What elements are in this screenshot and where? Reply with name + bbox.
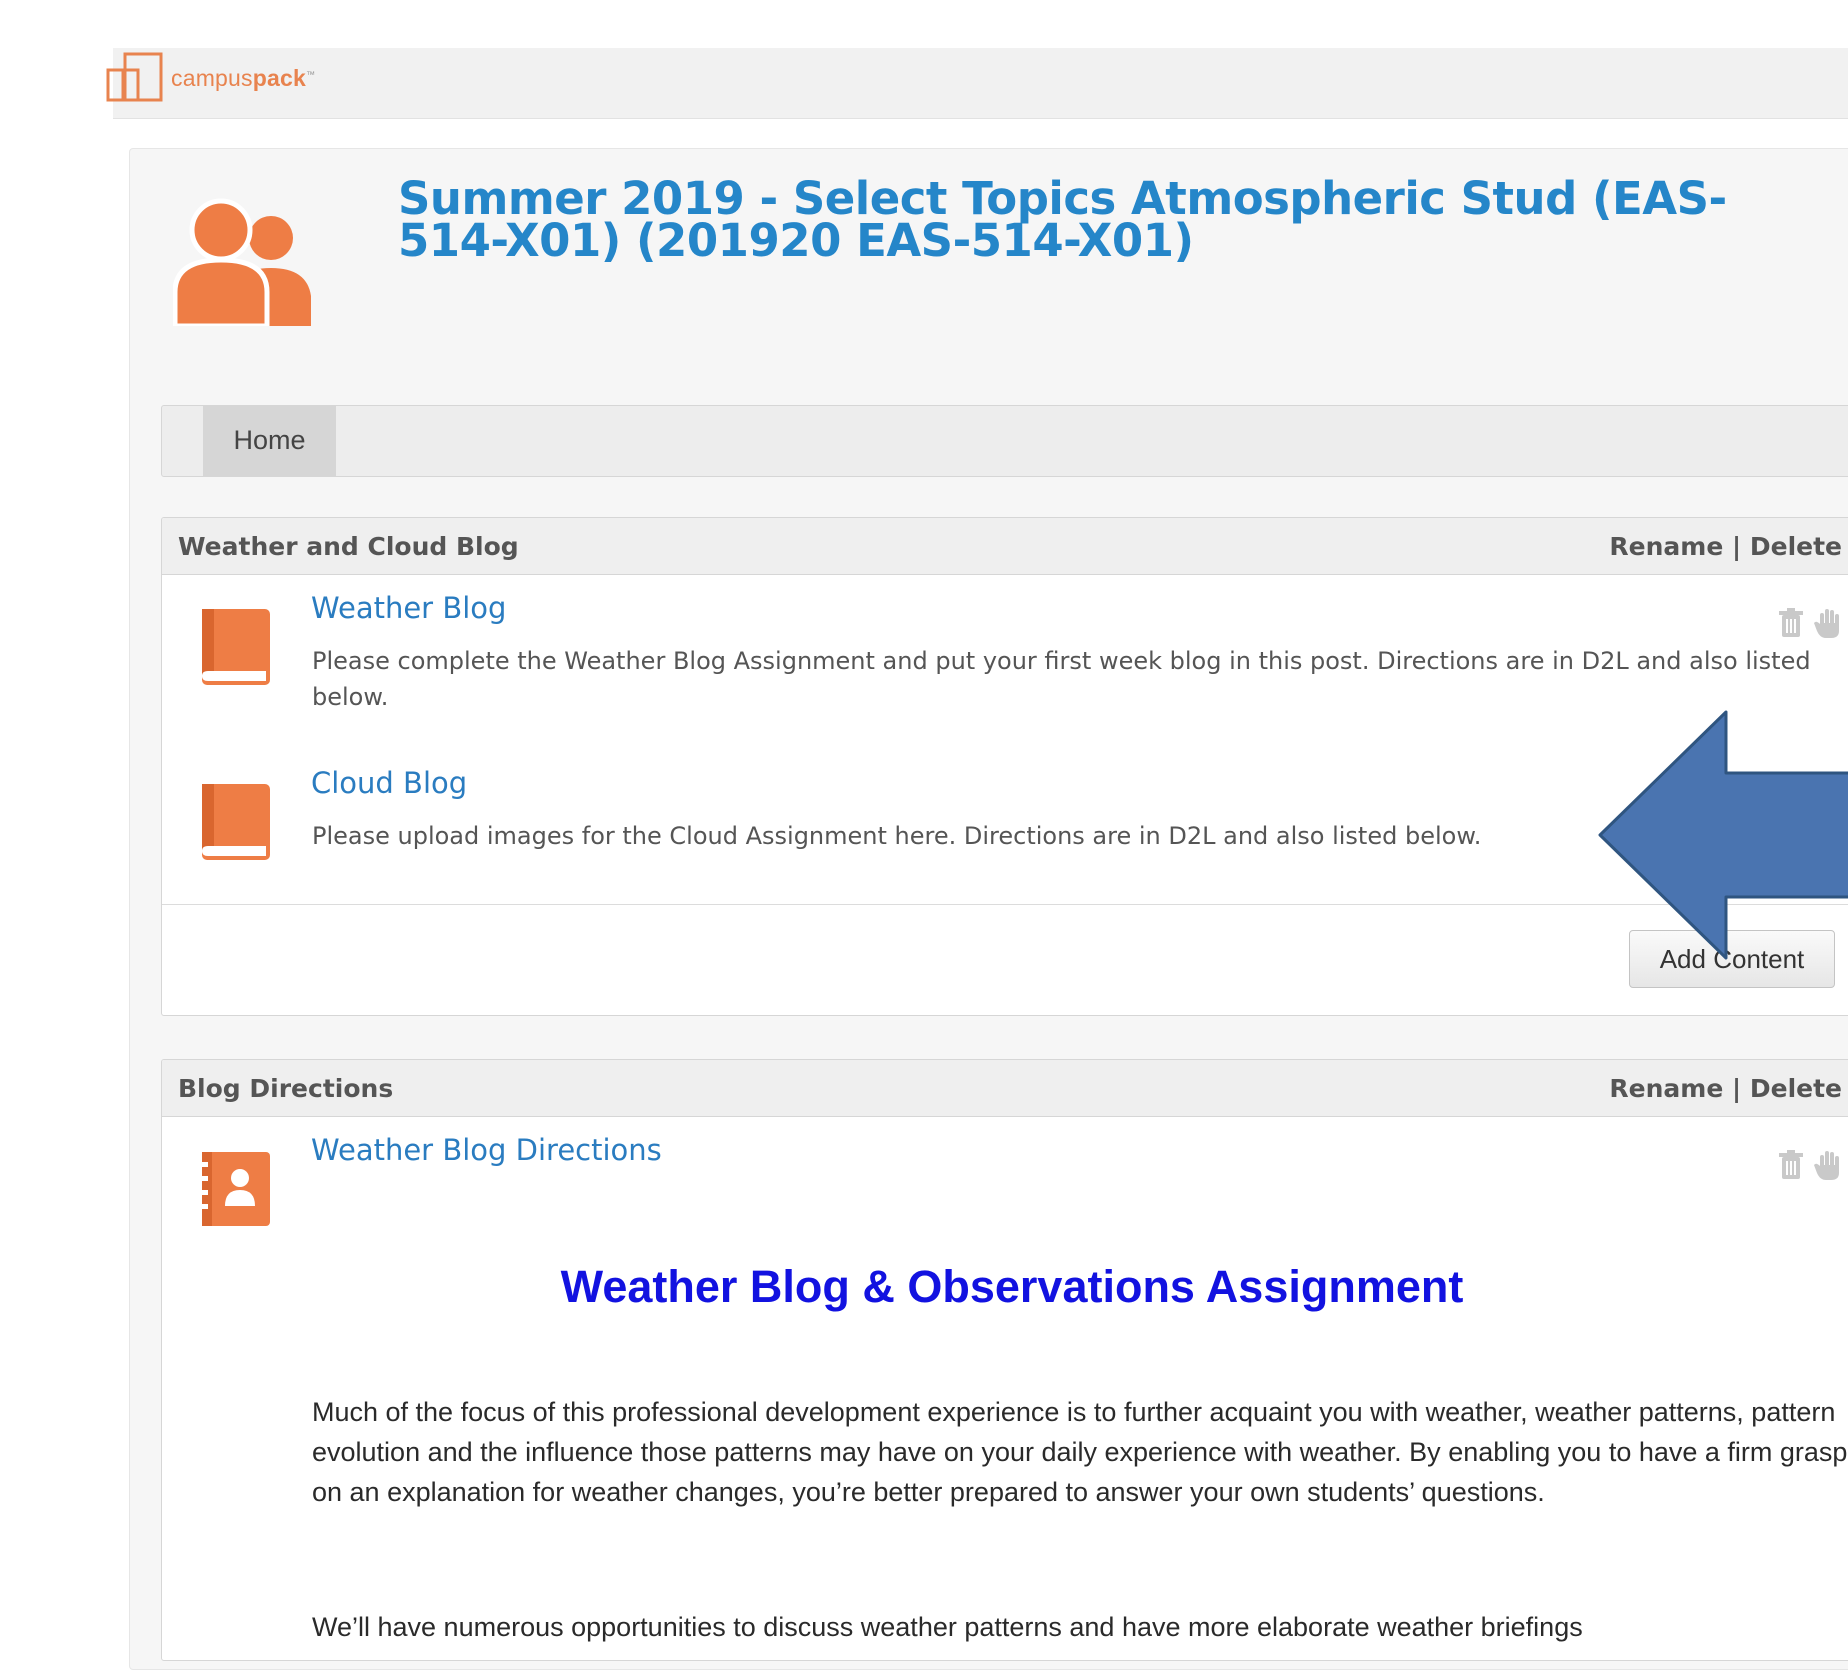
users-group-icon [172, 196, 318, 331]
campuspack-logo[interactable]: campuspack™ [105, 48, 315, 108]
assignment-paragraph: Much of the focus of this professional d… [312, 1397, 1848, 1507]
course-title: Summer 2019 - Select Topics Atmospheric … [398, 172, 1727, 267]
rename-link[interactable]: Rename [1609, 532, 1723, 561]
logo-text: campuspack™ [171, 64, 316, 91]
weather-blog-link[interactable]: Weather Blog [311, 591, 506, 625]
top-bar [113, 48, 1848, 119]
rename-link[interactable]: Rename [1609, 1074, 1723, 1103]
logo-icon [106, 52, 163, 102]
divider [162, 904, 1848, 905]
panel-weather-and-cloud-blog: Weather and Cloud Blog Rename | Delete W… [161, 517, 1848, 1016]
delete-link[interactable]: Delete [1750, 1074, 1842, 1103]
contact-book-icon [200, 1150, 272, 1233]
tab-home[interactable]: Home [203, 405, 336, 476]
separator: | [1732, 1073, 1742, 1103]
book-icon [200, 782, 272, 867]
book-icon [200, 607, 272, 692]
drag-hand-icon[interactable] [1814, 607, 1844, 639]
item-tools [1778, 1149, 1844, 1181]
cloud-blog-link[interactable]: Cloud Blog [311, 766, 467, 800]
assignment-paragraph: We’ll have numerous opportunities to dis… [312, 1612, 1583, 1642]
trash-icon[interactable] [1778, 1149, 1804, 1181]
panel-title: Blog Directions [178, 1073, 394, 1103]
tab-bar [161, 405, 1848, 477]
drag-hand-icon[interactable] [1814, 1149, 1844, 1181]
pointer-arrow-annotation [1598, 710, 1848, 965]
panel-header: Weather and Cloud Blog Rename | Delete [162, 518, 1848, 575]
trash-icon[interactable] [1778, 607, 1804, 639]
panel-actions: Rename | Delete [1609, 1074, 1842, 1103]
weather-blog-directions-link[interactable]: Weather Blog Directions [311, 1133, 662, 1167]
panel-title: Weather and Cloud Blog [178, 531, 519, 561]
delete-link[interactable]: Delete [1750, 532, 1842, 561]
assignment-heading: Weather Blog & Observations Assignment [560, 1261, 1464, 1312]
separator: | [1732, 531, 1742, 561]
item-tools [1778, 607, 1844, 639]
panel-header: Blog Directions Rename | Delete [162, 1060, 1848, 1117]
weather-blog-description: Please complete the Weather Blog Assignm… [312, 647, 1811, 711]
panel-blog-directions: Blog Directions Rename | Delete Weather … [161, 1059, 1848, 1661]
panel-actions: Rename | Delete [1609, 532, 1842, 561]
